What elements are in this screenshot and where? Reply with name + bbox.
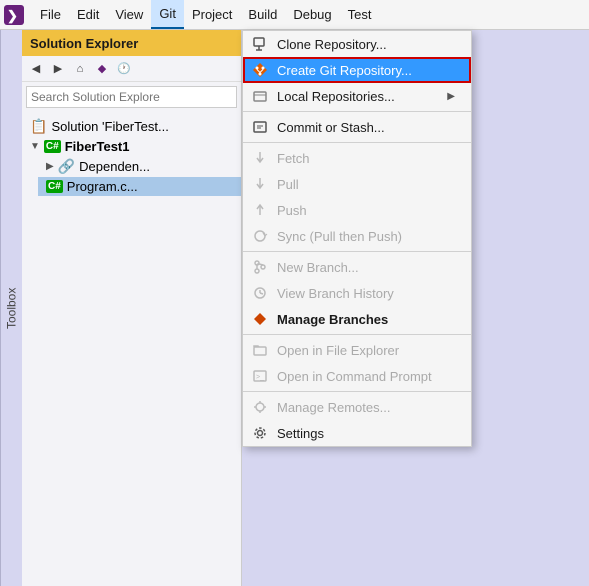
- local-repo-arrow: ▶: [447, 91, 455, 102]
- fibertest1-arrow: ▼: [30, 141, 40, 152]
- right-area: Clone Repository... Create: [242, 30, 589, 586]
- open-explorer-label: Open in File Explorer: [277, 343, 455, 358]
- program-icon: C#: [46, 180, 63, 193]
- se-clock-btn[interactable]: 🕐: [114, 59, 134, 79]
- tree-item-dependencies[interactable]: ▶ 🔗 Dependen...: [38, 156, 241, 177]
- separator-5: [243, 391, 471, 392]
- toolbox-label: Toolbox: [5, 287, 19, 328]
- solution-label: Solution 'FiberTest...: [51, 119, 168, 134]
- manage-branches-label: Manage Branches: [277, 312, 455, 327]
- commit-icon: [251, 118, 269, 136]
- menu-clone-repository[interactable]: Clone Repository...: [243, 31, 471, 57]
- menu-create-git-repository[interactable]: Create Git Repository...: [243, 57, 471, 83]
- view-history-icon: [251, 284, 269, 302]
- settings-label: Settings: [277, 426, 455, 441]
- fetch-label: Fetch: [277, 151, 455, 166]
- commit-label: Commit or Stash...: [277, 120, 455, 135]
- manage-remotes-icon: [251, 398, 269, 416]
- se-back-btn[interactable]: ◀: [26, 59, 46, 79]
- menu-test[interactable]: Test: [340, 0, 380, 29]
- manage-branches-icon: [251, 310, 269, 328]
- pull-label: Pull: [277, 177, 455, 192]
- svg-text:>_: >_: [256, 374, 264, 381]
- se-toolbar: ◀ ▶ ⌂ ◆ 🕐: [22, 56, 241, 82]
- menu-pull[interactable]: Pull: [243, 171, 471, 197]
- se-home-btn[interactable]: ⌂: [70, 59, 90, 79]
- new-branch-icon: [251, 258, 269, 276]
- local-repo-label: Local Repositories...: [277, 89, 439, 104]
- tree-item-solution[interactable]: 📋 Solution 'FiberTest...: [22, 116, 241, 137]
- menu-view-branch-history[interactable]: View Branch History: [243, 280, 471, 306]
- solution-explorer-tree: 📋 Solution 'FiberTest... ▼ C# FiberTest1…: [22, 112, 241, 200]
- fibertest1-label: FiberTest1: [65, 139, 130, 154]
- menu-settings[interactable]: Settings: [243, 420, 471, 446]
- menu-manage-remotes[interactable]: Manage Remotes...: [243, 394, 471, 420]
- menu-commit-stash[interactable]: Commit or Stash...: [243, 114, 471, 140]
- menu-view[interactable]: View: [107, 0, 151, 29]
- push-label: Push: [277, 203, 455, 218]
- dep-arrow: ▶: [46, 161, 54, 172]
- toolbox-sidebar[interactable]: Toolbox: [0, 30, 22, 586]
- solution-explorer-title: Solution Explorer: [30, 36, 138, 51]
- sync-label: Sync (Pull then Push): [277, 229, 455, 244]
- menu-push[interactable]: Push: [243, 197, 471, 223]
- menu-sync[interactable]: Sync (Pull then Push): [243, 223, 471, 249]
- solution-explorer-panel: Solution Explorer ◀ ▶ ⌂ ◆ 🕐 📋 Solution '…: [22, 30, 242, 586]
- menu-open-file-explorer[interactable]: Open in File Explorer: [243, 337, 471, 363]
- fetch-icon: [251, 149, 269, 167]
- menu-fetch[interactable]: Fetch: [243, 145, 471, 171]
- dep-icon: 🔗: [58, 158, 75, 175]
- menu-debug[interactable]: Debug: [285, 0, 339, 29]
- open-explorer-icon: [251, 341, 269, 359]
- menu-build[interactable]: Build: [240, 0, 285, 29]
- solution-explorer-search[interactable]: [26, 86, 237, 108]
- separator-2: [243, 142, 471, 143]
- local-repo-icon: [251, 87, 269, 105]
- create-git-label: Create Git Repository...: [277, 63, 455, 78]
- fibertest1-icon: C#: [44, 140, 61, 153]
- menu-manage-branches[interactable]: Manage Branches: [243, 306, 471, 332]
- clone-label: Clone Repository...: [277, 37, 455, 52]
- menu-open-command-prompt[interactable]: >_ Open in Command Prompt: [243, 363, 471, 389]
- menu-git[interactable]: Git: [151, 0, 184, 29]
- view-history-label: View Branch History: [277, 286, 455, 301]
- dep-label: Dependen...: [79, 159, 150, 174]
- pull-icon: [251, 175, 269, 193]
- open-cmd-icon: >_: [251, 367, 269, 385]
- push-icon: [251, 201, 269, 219]
- solution-icon: 📋: [30, 118, 47, 135]
- new-branch-label: New Branch...: [277, 260, 455, 275]
- clone-icon: [251, 35, 269, 53]
- git-dropdown-menu: Clone Repository... Create: [242, 30, 472, 447]
- menu-bar: ❯ File Edit View Git Project Build Debug…: [0, 0, 589, 30]
- solution-explorer-header: Solution Explorer: [22, 30, 241, 56]
- tree-item-program[interactable]: C# Program.c...: [38, 177, 241, 196]
- open-cmd-label: Open in Command Prompt: [277, 369, 455, 384]
- separator-4: [243, 334, 471, 335]
- menu-new-branch[interactable]: New Branch...: [243, 254, 471, 280]
- program-label: Program.c...: [67, 179, 138, 194]
- menu-local-repositories[interactable]: Local Repositories... ▶: [243, 83, 471, 109]
- svg-text:❯: ❯: [7, 8, 18, 24]
- separator-1: [243, 111, 471, 112]
- sync-icon: [251, 227, 269, 245]
- menu-edit[interactable]: Edit: [69, 0, 107, 29]
- create-git-icon: [251, 61, 269, 79]
- vs-logo-icon: ❯: [4, 5, 24, 25]
- tree-item-fibertest1[interactable]: ▼ C# FiberTest1: [22, 137, 241, 156]
- menu-file[interactable]: File: [32, 0, 69, 29]
- main-layout: Toolbox Solution Explorer ◀ ▶ ⌂ ◆ 🕐 📋 So…: [0, 30, 589, 586]
- se-vs-btn[interactable]: ◆: [92, 59, 112, 79]
- separator-3: [243, 251, 471, 252]
- menu-project[interactable]: Project: [184, 0, 240, 29]
- se-forward-btn[interactable]: ▶: [48, 59, 68, 79]
- manage-remotes-label: Manage Remotes...: [277, 400, 455, 415]
- settings-icon: [251, 424, 269, 442]
